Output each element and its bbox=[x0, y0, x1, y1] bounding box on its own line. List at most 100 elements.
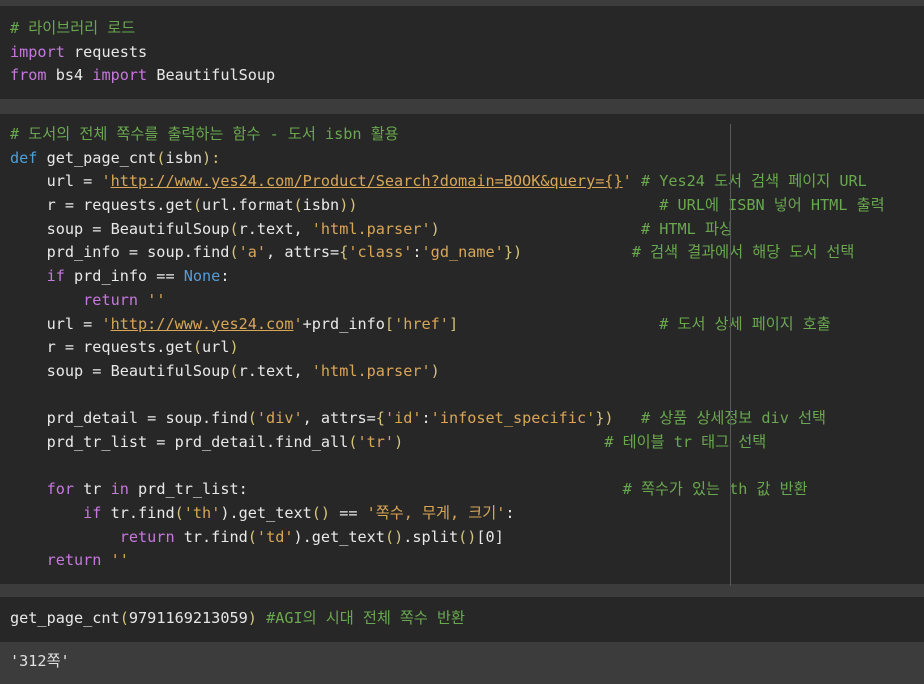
code-token: '쪽수, 무게, 크기' bbox=[366, 504, 506, 522]
code-token: for bbox=[46, 480, 75, 499]
code-token: r.text, bbox=[238, 361, 312, 380]
code-token: from bbox=[10, 66, 47, 85]
code-cell-call[interactable]: get_page_cnt(9791169213059) #AGI의 시대 전체 … bbox=[0, 597, 924, 642]
code-token: url = bbox=[10, 172, 102, 191]
code-token: import bbox=[92, 66, 148, 85]
code-comment: # 도서 상세 페이지 호출 bbox=[458, 314, 831, 333]
code-token: == bbox=[330, 504, 367, 522]
code-line: soup = BeautifulSoup(r.text, 'html.parse… bbox=[10, 360, 885, 384]
code-comment: # Yes24 도서 검색 페이지 URL bbox=[631, 172, 867, 191]
code-token: , attrs= bbox=[302, 409, 376, 428]
code-token: ( bbox=[119, 609, 129, 627]
code-token: 'gd_name' bbox=[421, 243, 504, 262]
code-token: ) bbox=[394, 432, 404, 451]
code-cell-imports[interactable]: # 라이브러리 로드 import requests from bs4 import… bbox=[0, 6, 924, 99]
code-token: 'infoset_specific' bbox=[430, 409, 596, 428]
code-token: )) bbox=[339, 196, 358, 215]
code-token: ) bbox=[247, 609, 257, 627]
code-token: 9791169213059 bbox=[128, 609, 248, 627]
code-token: get_page_cnt bbox=[10, 609, 120, 627]
code-token: ( bbox=[229, 243, 239, 262]
code-token: 'html.parser' bbox=[311, 361, 431, 380]
code-token: : bbox=[505, 504, 515, 522]
code-token: r.text, bbox=[238, 219, 312, 238]
code-token: ( bbox=[229, 361, 239, 380]
code-token: if bbox=[46, 267, 65, 286]
code-line: if prd_info == None: bbox=[10, 265, 885, 289]
code-token: () bbox=[458, 527, 477, 546]
code-token: ' bbox=[101, 314, 111, 333]
code-comment: # URL에 ISBN 넣어 HTML 출력 bbox=[357, 196, 885, 215]
code-token: 'div' bbox=[256, 409, 303, 428]
code-editor[interactable]: # 라이브러리 로드 import requests from bs4 import… bbox=[10, 17, 275, 88]
code-line: # 도서의 전체 쪽수를 출력하는 함수 - 도서 isbn 활용 bbox=[10, 123, 885, 147]
code-token: prd_info == bbox=[64, 267, 184, 286]
code-token: ( bbox=[192, 196, 203, 215]
code-editor[interactable]: get_page_cnt(9791169213059) #AGI의 시대 전체 … bbox=[10, 607, 465, 631]
code-token: return bbox=[46, 551, 102, 570]
code-token: ' bbox=[293, 314, 303, 333]
line-length-ruler bbox=[730, 124, 731, 586]
code-comment: # 상품 상세정보 div 선택 bbox=[613, 409, 826, 428]
code-token: ( bbox=[293, 196, 303, 215]
code-line: return tr.find('td').get_text().split()[… bbox=[10, 526, 885, 550]
code-editor[interactable]: # 도서의 전체 쪽수를 출력하는 함수 - 도서 isbn 활용 def get… bbox=[10, 123, 885, 573]
code-token: url = bbox=[10, 314, 102, 333]
code-token: url bbox=[202, 338, 230, 357]
code-token: bs4 bbox=[46, 66, 93, 85]
code-line: prd_detail = soup.find('div', attrs={'id… bbox=[10, 407, 885, 431]
code-line: if tr.find('th').get_text() == '쪽수, 무게, … bbox=[10, 502, 885, 526]
code-line: return '' bbox=[10, 549, 885, 573]
code-line: from bs4 import BeautifulSoup bbox=[10, 64, 275, 88]
code-token: }) bbox=[595, 409, 614, 428]
code-comment: # HTML 파싱 bbox=[439, 219, 733, 238]
output-text: '312쪽' bbox=[10, 652, 70, 670]
code-token: soup = BeautifulSoup bbox=[10, 219, 230, 238]
code-token: return bbox=[119, 527, 175, 546]
code-token: 'th' bbox=[183, 504, 221, 522]
code-token: : bbox=[220, 267, 230, 286]
code-token: get_page_cnt bbox=[37, 148, 157, 167]
code-token: r = requests.get bbox=[10, 338, 193, 357]
code-line: return '' bbox=[10, 289, 885, 313]
code-token: r = requests.get bbox=[10, 196, 193, 215]
code-comment: # 라이브러리 로드 bbox=[10, 19, 136, 37]
code-token: ) bbox=[430, 219, 440, 238]
code-line: soup = BeautifulSoup(r.text, 'html.parse… bbox=[10, 218, 885, 242]
code-comment: # 검색 결과에서 해당 도서 선택 bbox=[522, 243, 855, 262]
code-cell-function[interactable]: # 도서의 전체 쪽수를 출력하는 함수 - 도서 isbn 활용 def get… bbox=[0, 114, 924, 586]
code-token: None bbox=[183, 267, 221, 286]
cell-output: '312쪽' bbox=[0, 650, 924, 684]
code-token: prd_info = soup.find bbox=[10, 243, 230, 262]
code-token: ( bbox=[192, 338, 203, 357]
code-token: in bbox=[110, 480, 129, 499]
code-line: # 라이브러리 로드 bbox=[10, 17, 275, 41]
code-line: get_page_cnt(9791169213059) #AGI의 시대 전체 … bbox=[10, 607, 465, 631]
code-token: 'class' bbox=[348, 243, 413, 262]
code-token: ) bbox=[430, 361, 440, 380]
code-token: ' bbox=[101, 172, 111, 191]
code-line: prd_info = soup.find('a', attrs={'class'… bbox=[10, 241, 885, 265]
code-token: ) bbox=[229, 338, 239, 357]
code-token: soup = BeautifulSoup bbox=[10, 361, 230, 380]
code-token: { bbox=[339, 243, 349, 262]
code-token: ( bbox=[229, 219, 239, 238]
code-token: ] bbox=[448, 314, 459, 333]
code-token: ): bbox=[202, 148, 221, 167]
code-token: 'html.parser' bbox=[311, 219, 431, 238]
code-line: prd_tr_list = prd_detail.find_all('tr') … bbox=[10, 431, 885, 455]
code-token: '' bbox=[110, 551, 129, 570]
code-token: () bbox=[311, 504, 331, 522]
code-token: def bbox=[10, 148, 38, 167]
code-token: http://www.yes24.com bbox=[110, 314, 294, 333]
code-token: return bbox=[83, 290, 139, 309]
code-token: 'id' bbox=[384, 409, 422, 428]
code-token: prd_detail = soup.find bbox=[10, 409, 248, 428]
